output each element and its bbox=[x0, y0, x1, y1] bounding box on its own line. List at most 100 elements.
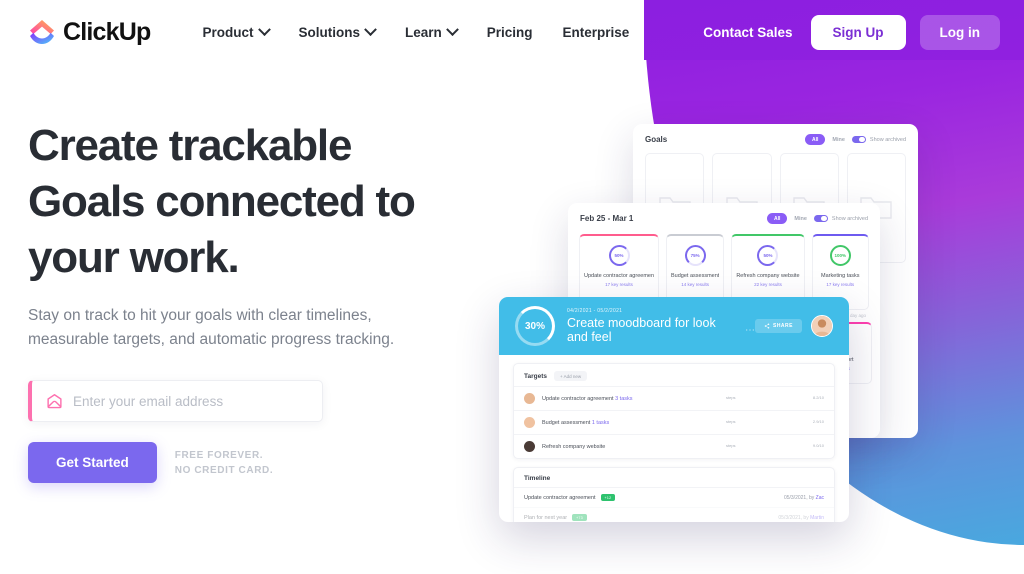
goal-detail-actions: SHARE bbox=[754, 315, 833, 337]
show-archived-label: Show archived bbox=[831, 215, 868, 222]
timeline-date: 05/3/2021, by bbox=[778, 514, 809, 521]
share-label: SHARE bbox=[772, 323, 793, 329]
targets-panel: Targets + Add new Update contractor agre… bbox=[513, 363, 835, 459]
toggle-switch-icon bbox=[851, 135, 866, 144]
cta-row: Get Started FREE FOREVER. NO CREDIT CARD… bbox=[28, 442, 323, 483]
target-name: Refresh company website bbox=[542, 444, 605, 450]
goal-card-name: Update contractor agreemen bbox=[584, 273, 655, 279]
goal-card-key-results: 17 key results bbox=[605, 282, 633, 287]
timeline-item-meta: 05/3/2021, by Martin bbox=[778, 515, 824, 521]
weekly-card-header: Feb 25 - Mar 1 All Mine Show archived bbox=[568, 203, 880, 232]
progress-ring: 100% bbox=[829, 245, 851, 266]
get-started-button[interactable]: Get Started bbox=[28, 442, 157, 483]
header-actions: Contact Sales Sign Up Log in bbox=[703, 14, 1000, 50]
logo-text: ClickUp bbox=[63, 17, 151, 46]
nav-label: Pricing bbox=[486, 24, 533, 40]
timeline-item-meta: 05/3/2021, by Zac bbox=[784, 495, 824, 501]
show-archived-toggle[interactable]: Show archived bbox=[813, 214, 868, 223]
goal-card-key-results: 14 key results bbox=[681, 282, 710, 287]
target-task-count[interactable]: 3 tasks bbox=[615, 396, 632, 402]
goal-title: Create moodboard for look and feel bbox=[567, 316, 716, 344]
progress-ring: 50% bbox=[608, 245, 630, 266]
goals-card-controls: All Mine Show archived bbox=[805, 134, 906, 145]
goals-card-title: Goals bbox=[645, 135, 668, 144]
nav-item-learn[interactable]: Learn bbox=[405, 22, 459, 40]
target-label: Update contractor agreement bbox=[542, 395, 614, 402]
progress-value: 8.2/10 bbox=[812, 395, 824, 400]
headline-line-3: your work. bbox=[28, 233, 240, 282]
filter-mine-pill[interactable]: Mine bbox=[832, 137, 845, 143]
progress-unit: steps bbox=[726, 395, 736, 400]
fineprint-line-2: NO CREDIT CARD. bbox=[174, 464, 274, 476]
goal-card-name: Marketing tasks bbox=[821, 273, 860, 279]
table-row[interactable]: Update contractor agreement 3 tasks step… bbox=[514, 386, 834, 410]
nav-label: Learn bbox=[405, 24, 442, 40]
add-new-target-button[interactable]: + Add new bbox=[554, 371, 588, 381]
weekly-card-controls: All Mine Show archived bbox=[767, 213, 868, 224]
chevron-down-icon bbox=[445, 22, 459, 36]
timeline-header: Timeline bbox=[514, 468, 834, 487]
list-item[interactable]: Plan for next year +73 05/3/2021, by Mar… bbox=[514, 507, 834, 522]
target-name: Update contractor agreement 3 tasks bbox=[542, 396, 633, 402]
table-row[interactable]: Budget assessment 1 tasks steps 2.9/10 bbox=[514, 410, 834, 434]
avatar bbox=[524, 441, 535, 452]
goal-card-key-results: 17 key results bbox=[826, 282, 855, 287]
progress-ring: 50% bbox=[757, 245, 779, 266]
show-archived-label: Show archived bbox=[869, 136, 906, 143]
targets-title: Targets bbox=[524, 372, 547, 380]
goal-card-timestamp: 1 day ago bbox=[846, 313, 866, 318]
timeline-panel: Timeline Update contractor agreement +12… bbox=[513, 467, 835, 522]
goal-detail-header: 30% 04/2/2021 - 05/2/2021 Create moodboa… bbox=[499, 297, 849, 355]
list-item[interactable]: Update contractor agreement +12 05/3/202… bbox=[514, 487, 834, 507]
status-badge: +12 bbox=[600, 494, 616, 501]
chevron-down-icon bbox=[364, 22, 377, 36]
nav-item-product[interactable]: Product bbox=[202, 22, 271, 40]
filter-all-pill[interactable]: All bbox=[805, 134, 826, 145]
logo[interactable]: ClickUp bbox=[28, 17, 151, 47]
goal-detail-body: Targets + Add new Update contractor agre… bbox=[499, 355, 849, 522]
user-avatar-icon bbox=[812, 316, 832, 336]
ellipsis-icon[interactable]: ⋯ bbox=[745, 325, 755, 336]
target-label: Budget assessment bbox=[542, 419, 591, 426]
progress-labels: steps 9.0/10 bbox=[726, 443, 824, 448]
progress-ring: 75% bbox=[684, 245, 706, 266]
target-progress: steps 2.9/10 bbox=[726, 419, 824, 426]
target-task-count[interactable]: 1 tasks bbox=[592, 420, 609, 426]
progress-labels: steps 2.9/10 bbox=[726, 419, 824, 424]
email-field-wrapper[interactable] bbox=[28, 380, 323, 422]
nav-item-solutions[interactable]: Solutions bbox=[299, 22, 377, 40]
nav-item-pricing[interactable]: Pricing bbox=[487, 25, 533, 40]
goal-detail-titles: 04/2/2021 - 05/2/2021 Create moodboard f… bbox=[567, 308, 755, 344]
timeline-date: 05/3/2021, by bbox=[783, 494, 815, 501]
avatar[interactable] bbox=[811, 315, 833, 337]
envelope-icon bbox=[47, 393, 62, 408]
target-name: Budget assessment 1 tasks bbox=[542, 420, 609, 426]
timeline-author[interactable]: Zac bbox=[816, 495, 824, 501]
share-icon bbox=[764, 323, 770, 329]
goal-progress-ring: 30% bbox=[515, 306, 555, 346]
avatar bbox=[524, 417, 535, 428]
progress-unit: steps bbox=[726, 443, 736, 448]
contact-sales-link[interactable]: Contact Sales bbox=[703, 25, 792, 40]
progress-value: 9.0/10 bbox=[812, 443, 824, 448]
timeline-author[interactable]: Martin bbox=[810, 515, 824, 521]
week-range-title: Feb 25 - Mar 1 bbox=[580, 214, 634, 223]
headline-line-1: Create trackable bbox=[28, 121, 352, 170]
timeline-title: Timeline bbox=[524, 475, 551, 482]
show-archived-toggle[interactable]: Show archived bbox=[851, 135, 906, 144]
filter-mine-pill[interactable]: Mine bbox=[794, 216, 807, 222]
goal-card-name: Budget assessment bbox=[671, 273, 720, 279]
filter-all-pill[interactable]: All bbox=[767, 213, 788, 224]
clickup-logo-icon bbox=[30, 20, 54, 44]
goal-date-range: 04/2/2021 - 05/2/2021 bbox=[567, 308, 623, 314]
fineprint: FREE FOREVER. NO CREDIT CARD. bbox=[175, 448, 273, 478]
share-button[interactable]: SHARE bbox=[754, 319, 802, 333]
progress-value: 2.9/10 bbox=[812, 419, 824, 424]
sign-up-button[interactable]: Sign Up bbox=[810, 14, 906, 50]
email-input[interactable] bbox=[63, 393, 322, 409]
log-in-button[interactable]: Log in bbox=[919, 14, 1000, 50]
table-row[interactable]: Refresh company website steps 9.0/10 bbox=[514, 434, 834, 458]
target-progress: steps 9.0/10 bbox=[726, 443, 824, 450]
nav-item-enterprise[interactable]: Enterprise bbox=[563, 25, 630, 40]
nav-label: Enterprise bbox=[562, 24, 630, 40]
